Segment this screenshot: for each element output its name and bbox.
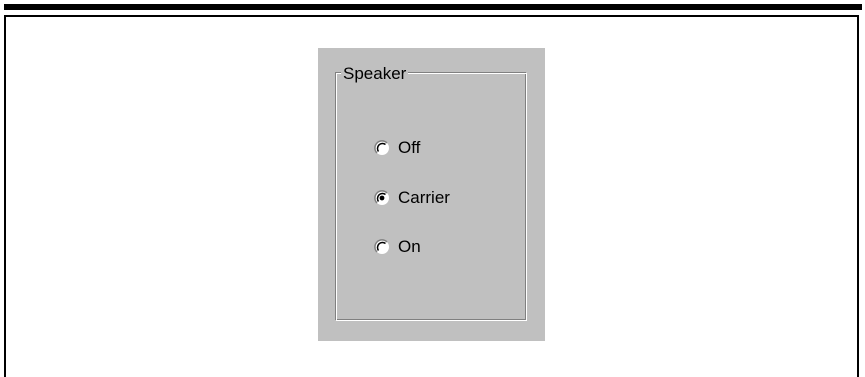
speaker-settings-panel: Speaker Off Carrier On bbox=[318, 48, 545, 341]
radio-carrier[interactable]: Carrier bbox=[374, 187, 450, 209]
top-rule bbox=[4, 4, 862, 10]
radio-off[interactable]: Off bbox=[374, 137, 420, 159]
radio-on-label: On bbox=[398, 237, 421, 256]
radio-on-circle[interactable] bbox=[374, 239, 390, 255]
radio-off-circle[interactable] bbox=[374, 140, 390, 156]
radio-on[interactable]: On bbox=[374, 236, 421, 258]
radio-carrier-label: Carrier bbox=[398, 188, 450, 207]
speaker-group-label: Speaker bbox=[341, 64, 409, 83]
radio-carrier-circle[interactable] bbox=[374, 190, 390, 206]
radio-off-label: Off bbox=[398, 138, 421, 157]
